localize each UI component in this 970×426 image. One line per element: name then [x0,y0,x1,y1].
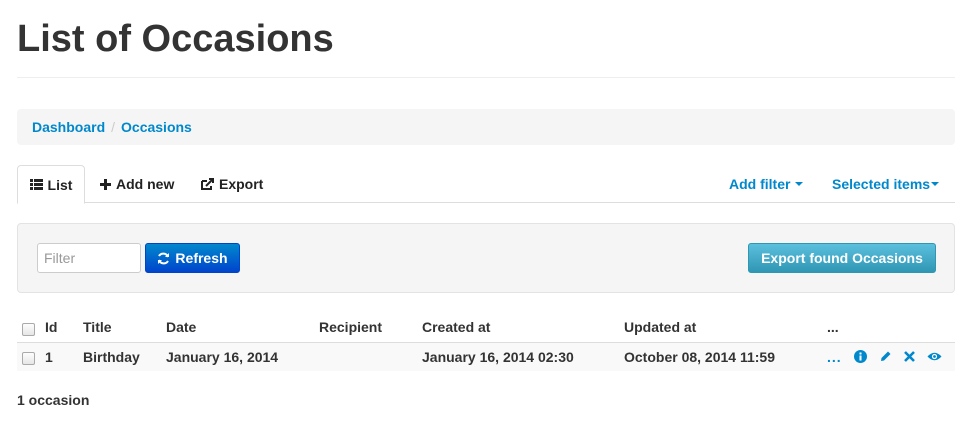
caret-down-icon [795,182,804,186]
tab-list[interactable]: List [17,165,85,204]
selected-items-dropdown[interactable]: Selected items [832,165,940,203]
tab-export[interactable]: Export [201,165,263,203]
header-created-at[interactable]: Created at [422,313,624,342]
cell-recipient [319,341,422,371]
more-actions-link[interactable]: ... [827,349,842,365]
filter-input[interactable] [37,243,141,273]
selected-items-label: Selected items [832,176,931,192]
export-found-button[interactable]: Export found Occasions [748,243,936,273]
refresh-icon [157,252,170,265]
close-icon[interactable] [903,351,915,363]
breadcrumb-separator: / [111,119,116,135]
row-checkbox[interactable] [22,352,35,366]
occasions-table: Id Title Date Recipient Created at Updat… [17,313,955,371]
action-tabs: List Add new Export Add filter Selected … [17,165,955,204]
divider [17,77,955,78]
refresh-button[interactable]: Refresh [145,243,240,273]
plus-icon [100,178,111,190]
result-count: 1 occasion [17,392,90,408]
page-title: List of Occasions [17,18,334,60]
row-select-cell [17,341,45,371]
header-id[interactable]: Id [45,313,83,342]
info-icon[interactable] [853,350,867,364]
row-actions: ... [827,349,955,365]
add-filter-label: Add filter [729,176,791,192]
header-date[interactable]: Date [166,313,319,342]
tab-add-new[interactable]: Add new [100,165,174,203]
breadcrumb-occasions[interactable]: Occasions [121,119,192,135]
breadcrumb: Dashboard / Occasions [17,109,955,145]
table-row: 1 Birthday January 16, 2014 January 16, … [17,341,955,371]
caret-down-icon [931,182,940,186]
pencil-icon[interactable] [879,350,892,363]
select-all-checkbox[interactable] [22,322,35,336]
cell-actions: ... [827,341,955,371]
cell-updated-at: October 08, 2014 11:59 [624,341,827,371]
header-updated-at[interactable]: Updated at [624,313,827,342]
cell-date: January 16, 2014 [166,341,319,371]
cell-title: Birthday [83,341,166,371]
select-all-cell [17,313,45,342]
cell-id: 1 [45,341,83,371]
filter-bar: Refresh Export found Occasions [17,223,955,293]
header-recipient[interactable]: Recipient [319,313,422,342]
refresh-label: Refresh [175,250,228,266]
cell-created-at: January 16, 2014 02:30 [422,341,624,371]
eye-icon[interactable] [927,351,942,362]
page: List of Occasions Dashboard / Occasions … [0,0,970,426]
breadcrumb-dashboard[interactable]: Dashboard [32,119,105,135]
tab-export-label: Export [219,176,264,192]
list-icon [29,179,43,190]
share-icon [201,178,214,190]
table-header-row: Id Title Date Recipient Created at Updat… [17,313,955,342]
tab-list-label: List [47,176,73,193]
tab-add-new-label: Add new [116,176,175,192]
header-actions: ... [827,319,839,336]
header-title[interactable]: Title [83,313,166,342]
add-filter-dropdown[interactable]: Add filter [729,165,804,203]
